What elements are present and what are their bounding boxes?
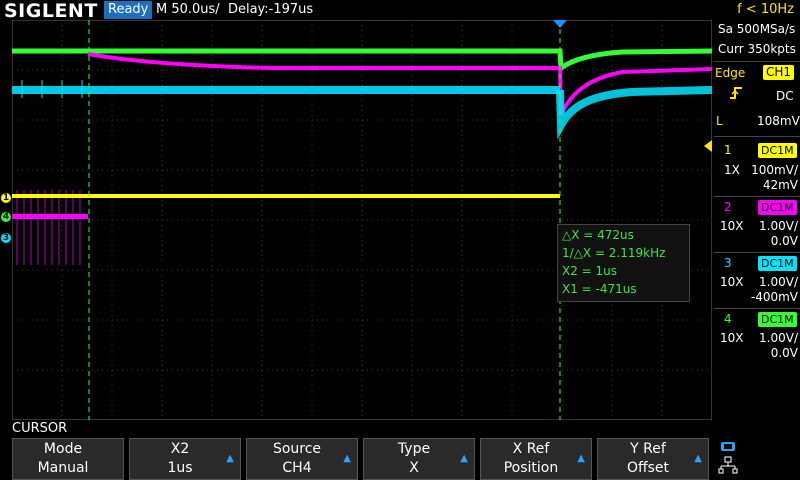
delay-value: Delay:-197us xyxy=(227,2,314,17)
ch4-ground-marker: 4 xyxy=(1,212,11,222)
ch1-probe: 1X xyxy=(724,163,740,177)
softkey-title: X Ref xyxy=(512,441,550,457)
memory-depth: Curr 350kpts xyxy=(718,42,796,56)
ch4-probe: 10X xyxy=(720,331,744,345)
ch3-coupling-badge: DC1M xyxy=(758,256,797,271)
softkey-type[interactable]: Type X ▲ xyxy=(363,438,475,480)
divider xyxy=(714,196,800,197)
trigger-level-arrow xyxy=(704,140,712,152)
ch1-offset: 42mV xyxy=(762,178,798,192)
sample-rate: Sa 500MSa/s xyxy=(718,22,796,36)
ch3-probe: 10X xyxy=(720,275,744,289)
softkey-value: CH4 xyxy=(282,460,312,476)
trigger-type: Edge xyxy=(715,66,746,80)
softkey-value: 1us xyxy=(167,460,193,476)
trigger-coupling: DC xyxy=(776,89,794,103)
ch2-coupling-badge: DC1M xyxy=(758,200,797,215)
delta-x: △X = 472us xyxy=(562,228,634,242)
divider xyxy=(714,61,800,62)
ch4-scale: 1.00V/ xyxy=(759,331,798,345)
ch1-number: 1 xyxy=(724,143,732,157)
ch3-number: 3 xyxy=(724,256,732,270)
ch2-offset: 0.0V xyxy=(770,234,798,248)
divider xyxy=(714,308,800,309)
ch4-offset: 0.0V xyxy=(770,346,798,360)
softkey-mode[interactable]: Mode Manual xyxy=(12,438,124,480)
knob-arrow-icon: ▲ xyxy=(694,453,702,464)
ch4-number: 4 xyxy=(724,312,732,326)
network-icon xyxy=(718,456,738,474)
ch3-trace xyxy=(12,86,560,94)
usb-device-icon xyxy=(721,442,735,451)
ch1-ground-marker: 1 xyxy=(1,193,11,203)
ch3-ground-marker: 3 xyxy=(1,233,11,243)
status-bar: SIGLENT Ready M 50.0us/ Delay:-197us f <… xyxy=(0,0,800,22)
ch4-coupling-badge: DC1M xyxy=(758,312,797,327)
knob-arrow-icon: ▲ xyxy=(343,453,351,464)
softkey-value: X xyxy=(409,460,419,476)
ch2-scale: 1.00V/ xyxy=(759,219,798,233)
rising-edge-icon xyxy=(729,86,743,104)
divider xyxy=(714,136,800,137)
softkey-title: Source xyxy=(272,441,322,457)
inverse-delta-x: 1/△X = 2.119kHz xyxy=(562,246,666,260)
softkey-source[interactable]: Source CH4 ▲ xyxy=(246,438,358,480)
trigger-level-label: L xyxy=(716,114,723,128)
softkey-title: Y Ref xyxy=(630,441,666,457)
softkey-title: X2 xyxy=(170,441,190,457)
waveform-display[interactable] xyxy=(12,20,712,420)
ch1-scale: 100mV/ xyxy=(751,163,798,177)
softkey-x-ref[interactable]: X Ref Position ▲ xyxy=(480,438,592,480)
cursor-measurement-box: △X = 472us 1/△X = 2.119kHz X2 = 1us X1 =… xyxy=(557,224,690,302)
softkey-bar: Mode Manual X2 1us ▲ Source CH4 ▲ Type X… xyxy=(12,438,712,480)
knob-arrow-icon: ▲ xyxy=(577,453,585,464)
ch1-coupling-badge: DC1M xyxy=(758,143,797,158)
ch2-trace-left xyxy=(12,214,88,219)
knob-arrow-icon: ▲ xyxy=(460,453,468,464)
softkey-value: Manual xyxy=(37,460,89,476)
softkey-title: Type xyxy=(397,441,431,457)
ch2-number: 2 xyxy=(724,200,732,214)
timebase-readout[interactable]: M 50.0us/ Delay:-197us xyxy=(156,2,313,17)
trigger-frequency: f < 10Hz xyxy=(737,2,794,17)
softkey-value: Position xyxy=(503,460,559,476)
brand-logo: SIGLENT xyxy=(4,0,98,22)
ch3-offset: -400mV xyxy=(750,290,798,304)
x1-value: X1 = -471us xyxy=(562,282,637,296)
ch2-probe: 10X xyxy=(720,219,744,233)
softkey-y-ref[interactable]: Y Ref Offset ▲ xyxy=(597,438,709,480)
softkey-value: Offset xyxy=(626,460,670,476)
knob-arrow-icon: ▲ xyxy=(226,453,234,464)
trigger-level: 108mV xyxy=(757,114,800,128)
softkey-x2[interactable]: X2 1us ▲ xyxy=(129,438,241,480)
ch3-scale: 1.00V/ xyxy=(759,275,798,289)
timebase-value: M 50.0us/ xyxy=(156,2,220,17)
status-icons xyxy=(718,440,738,480)
divider xyxy=(714,252,800,253)
x2-value: X2 = 1us xyxy=(562,264,618,278)
acquisition-status-badge: Ready xyxy=(104,1,152,19)
softkey-title: Mode xyxy=(43,441,83,457)
menu-title: CURSOR xyxy=(12,421,68,436)
trigger-source-badge: CH1 xyxy=(763,65,795,80)
